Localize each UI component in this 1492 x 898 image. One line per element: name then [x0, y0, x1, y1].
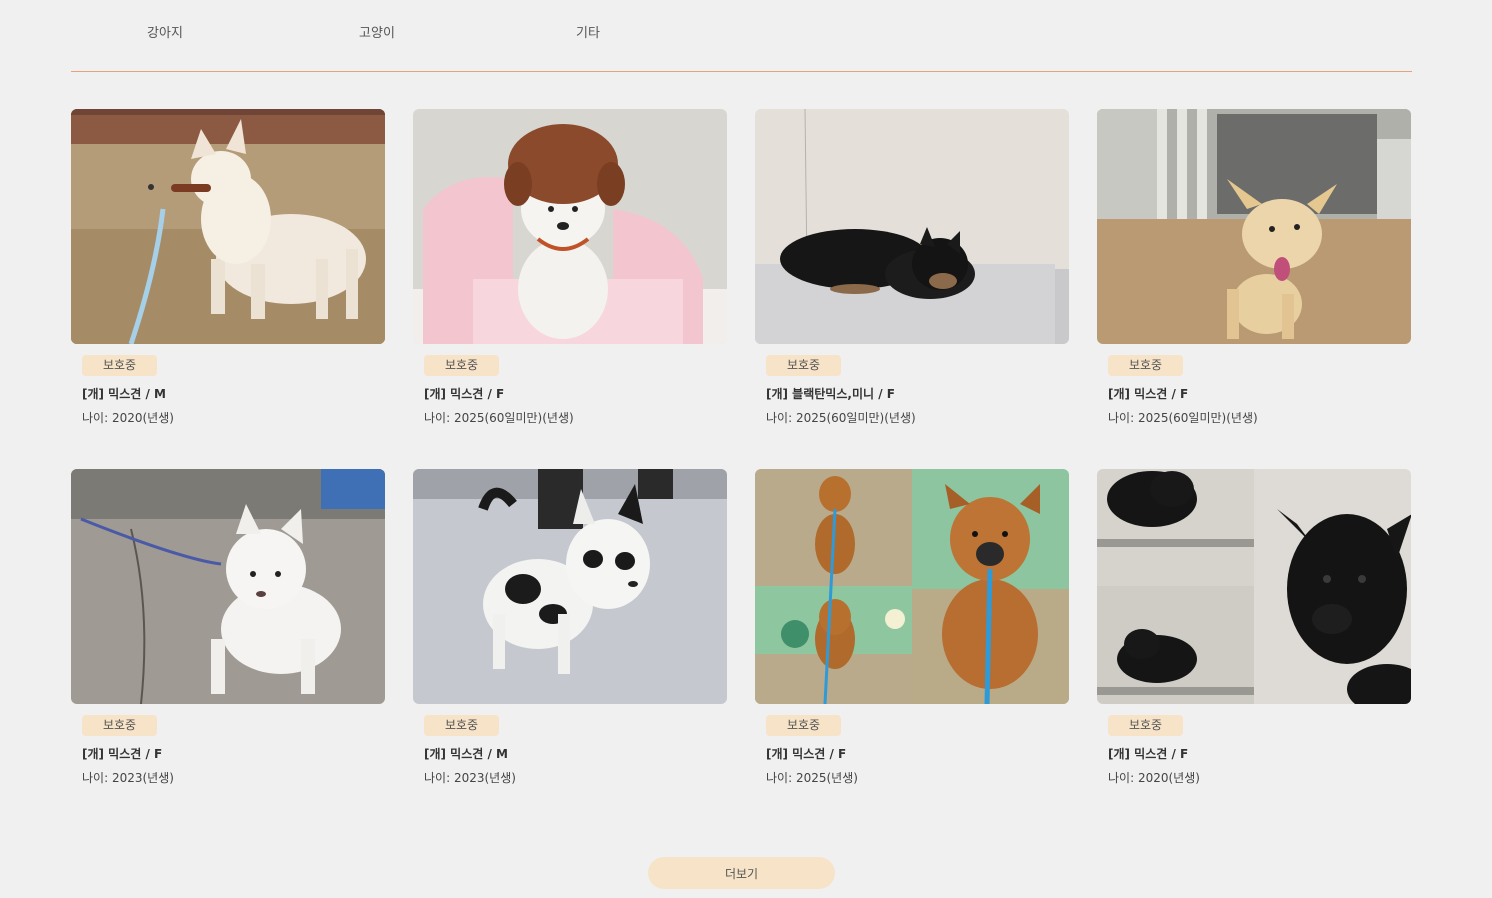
animal-title: [개] 블랙탄믹스,미니 / F: [766, 387, 895, 401]
animal-card[interactable]: 보호중 [개] 블랙탄믹스,미니 / F 나이: 2025(60일미만)(년생): [755, 109, 1069, 425]
white-dog-on-grass-photo[interactable]: [71, 109, 385, 344]
animal-title: [개] 믹스견 / F: [1108, 387, 1189, 401]
status-badge: 보호중: [766, 715, 841, 736]
animal-card[interactable]: 보호중 [개] 믹스견 / M 나이: 2023(년생): [413, 469, 727, 785]
yellow-dog-shelter-photo[interactable]: [1097, 109, 1411, 344]
black-puppy-collage-photo[interactable]: [1097, 469, 1411, 704]
animal-card[interactable]: 보호중 [개] 믹스견 / F 나이: 2025(60일미만)(년생): [413, 109, 727, 425]
animal-title: [개] 믹스견 / M: [424, 747, 508, 761]
animal-title: [개] 믹스견 / M: [82, 387, 166, 401]
animal-title: [개] 믹스견 / F: [424, 387, 505, 401]
animal-age: 나이: 2020(년생): [1108, 771, 1200, 785]
black-dog-lying-photo[interactable]: [755, 109, 1069, 344]
tab-cat[interactable]: 고양이: [359, 22, 395, 41]
white-dog-leash-photo[interactable]: [71, 469, 385, 704]
status-badge: 보호중: [1108, 715, 1183, 736]
animal-card-grid: 보호중 [개] 믹스견 / M 나이: 2020(년생) 보호중 [개] 믹스견…: [71, 109, 1412, 785]
status-badge: 보호중: [424, 715, 499, 736]
status-badge: 보호중: [82, 715, 157, 736]
puppy-with-hat-photo[interactable]: [413, 109, 727, 344]
animal-card[interactable]: 보호중 [개] 믹스견 / F 나이: 2020(년생): [1097, 469, 1411, 785]
status-badge: 보호중: [1108, 355, 1183, 376]
animal-age: 나이: 2023(년생): [424, 771, 516, 785]
black-white-dog-photo[interactable]: [413, 469, 727, 704]
animal-card[interactable]: 보호중 [개] 믹스견 / F 나이: 2025(년생): [755, 469, 1069, 785]
animal-age: 나이: 2025(년생): [766, 771, 858, 785]
status-badge: 보호중: [82, 355, 157, 376]
animal-card[interactable]: 보호중 [개] 믹스견 / M 나이: 2020(년생): [71, 109, 385, 425]
status-badge: 보호중: [424, 355, 499, 376]
category-tabs: 강아지 고양이 기타: [0, 0, 1492, 62]
animal-card[interactable]: 보호중 [개] 믹스견 / F 나이: 2023(년생): [71, 469, 385, 785]
animal-title: [개] 믹스견 / F: [82, 747, 163, 761]
tab-other[interactable]: 기타: [576, 22, 600, 41]
more-button[interactable]: 더보기: [648, 857, 835, 889]
animal-card[interactable]: 보호중 [개] 믹스견 / F 나이: 2025(60일미만)(년생): [1097, 109, 1411, 425]
animal-title: [개] 믹스견 / F: [1108, 747, 1189, 761]
tab-divider: [71, 71, 1412, 72]
brown-puppy-collage-photo[interactable]: [755, 469, 1069, 704]
animal-age: 나이: 2025(60일미만)(년생): [766, 411, 916, 425]
animal-age: 나이: 2023(년생): [82, 771, 174, 785]
animal-age: 나이: 2020(년생): [82, 411, 174, 425]
animal-age: 나이: 2025(60일미만)(년생): [424, 411, 574, 425]
animal-age: 나이: 2025(60일미만)(년생): [1108, 411, 1258, 425]
status-badge: 보호중: [766, 355, 841, 376]
tab-dog[interactable]: 강아지: [147, 22, 183, 41]
animal-title: [개] 믹스견 / F: [766, 747, 847, 761]
